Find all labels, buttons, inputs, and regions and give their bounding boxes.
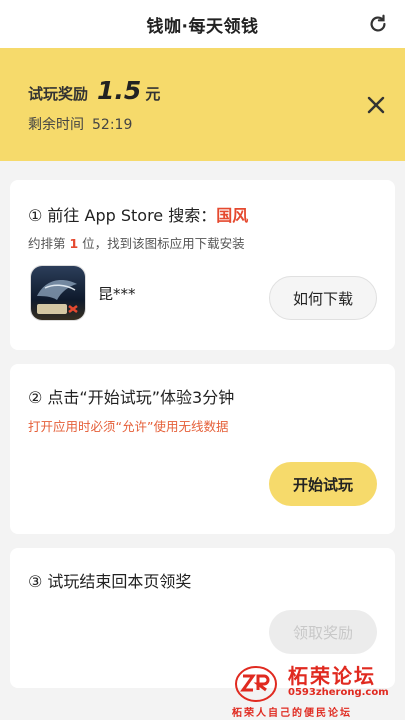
rank-suffix: 位，找到该图标应用下载安装 — [78, 236, 245, 251]
close-icon[interactable] — [365, 94, 387, 116]
reward-unit: 元 — [145, 85, 161, 103]
page-title: 钱咖·每天领钱 — [146, 16, 259, 37]
reward-label: 试玩奖励 — [28, 85, 89, 103]
app-icon — [30, 265, 86, 321]
remaining-time-label: 剩余时间 — [28, 117, 84, 133]
forum-logo-icon — [234, 664, 278, 704]
top-bar: 钱咖·每天领钱 — [0, 0, 405, 48]
forum-watermark: 柘荣论坛 0593zherong.com 柘荣人自己的便民论坛 — [232, 660, 405, 720]
forum-slogan: 柘荣人自己的便民论坛 — [232, 708, 352, 719]
refresh-icon[interactable] — [365, 11, 391, 37]
remaining-time-value: 52:19 — [92, 117, 133, 133]
step1-rank-hint: 约排第 1 位，找到该图标应用下载安装 — [28, 233, 245, 252]
rank-number: 1 — [69, 236, 79, 251]
forum-domain: 0593zherong.com — [288, 687, 389, 698]
claim-reward-button[interactable]: 领取奖励 — [269, 610, 377, 654]
rank-prefix: 约排第 — [28, 236, 70, 251]
reward-banner: 试玩奖励 1.5 元 剩余时间 52:19 — [0, 48, 405, 161]
start-trial-button[interactable]: 开始试玩 — [269, 462, 377, 506]
forum-brand: 柘荣论坛 — [288, 664, 376, 688]
step1-prefix: ① 前往 App Store 搜索： — [28, 206, 217, 225]
step3-title: ③ 试玩结束回本页领奖 — [28, 572, 192, 591]
step1-title: ① 前往 App Store 搜索：国风 — [28, 202, 248, 226]
reward-amount: 1.5 — [97, 76, 142, 105]
step2-warning: 打开应用时必须“允许”使用无线数据 — [28, 419, 229, 434]
reward-line: 试玩奖励 1.5 元 — [28, 76, 160, 105]
search-keyword: 国风 — [216, 206, 249, 225]
remaining-time: 剩余时间 52:19 — [28, 114, 132, 134]
how-to-download-button[interactable]: 如何下载 — [269, 276, 377, 320]
step1-card: ① 前往 App Store 搜索：国风 约排第 1 位，找到该图标应用下载安装… — [10, 180, 395, 350]
step2-card: ② 点击“开始试玩”体验3分钟 打开应用时必须“允许”使用无线数据 开始试玩 — [10, 364, 395, 534]
step2-title: ② 点击“开始试玩”体验3分钟 — [28, 388, 235, 407]
app-name: 昆*** — [98, 285, 136, 303]
